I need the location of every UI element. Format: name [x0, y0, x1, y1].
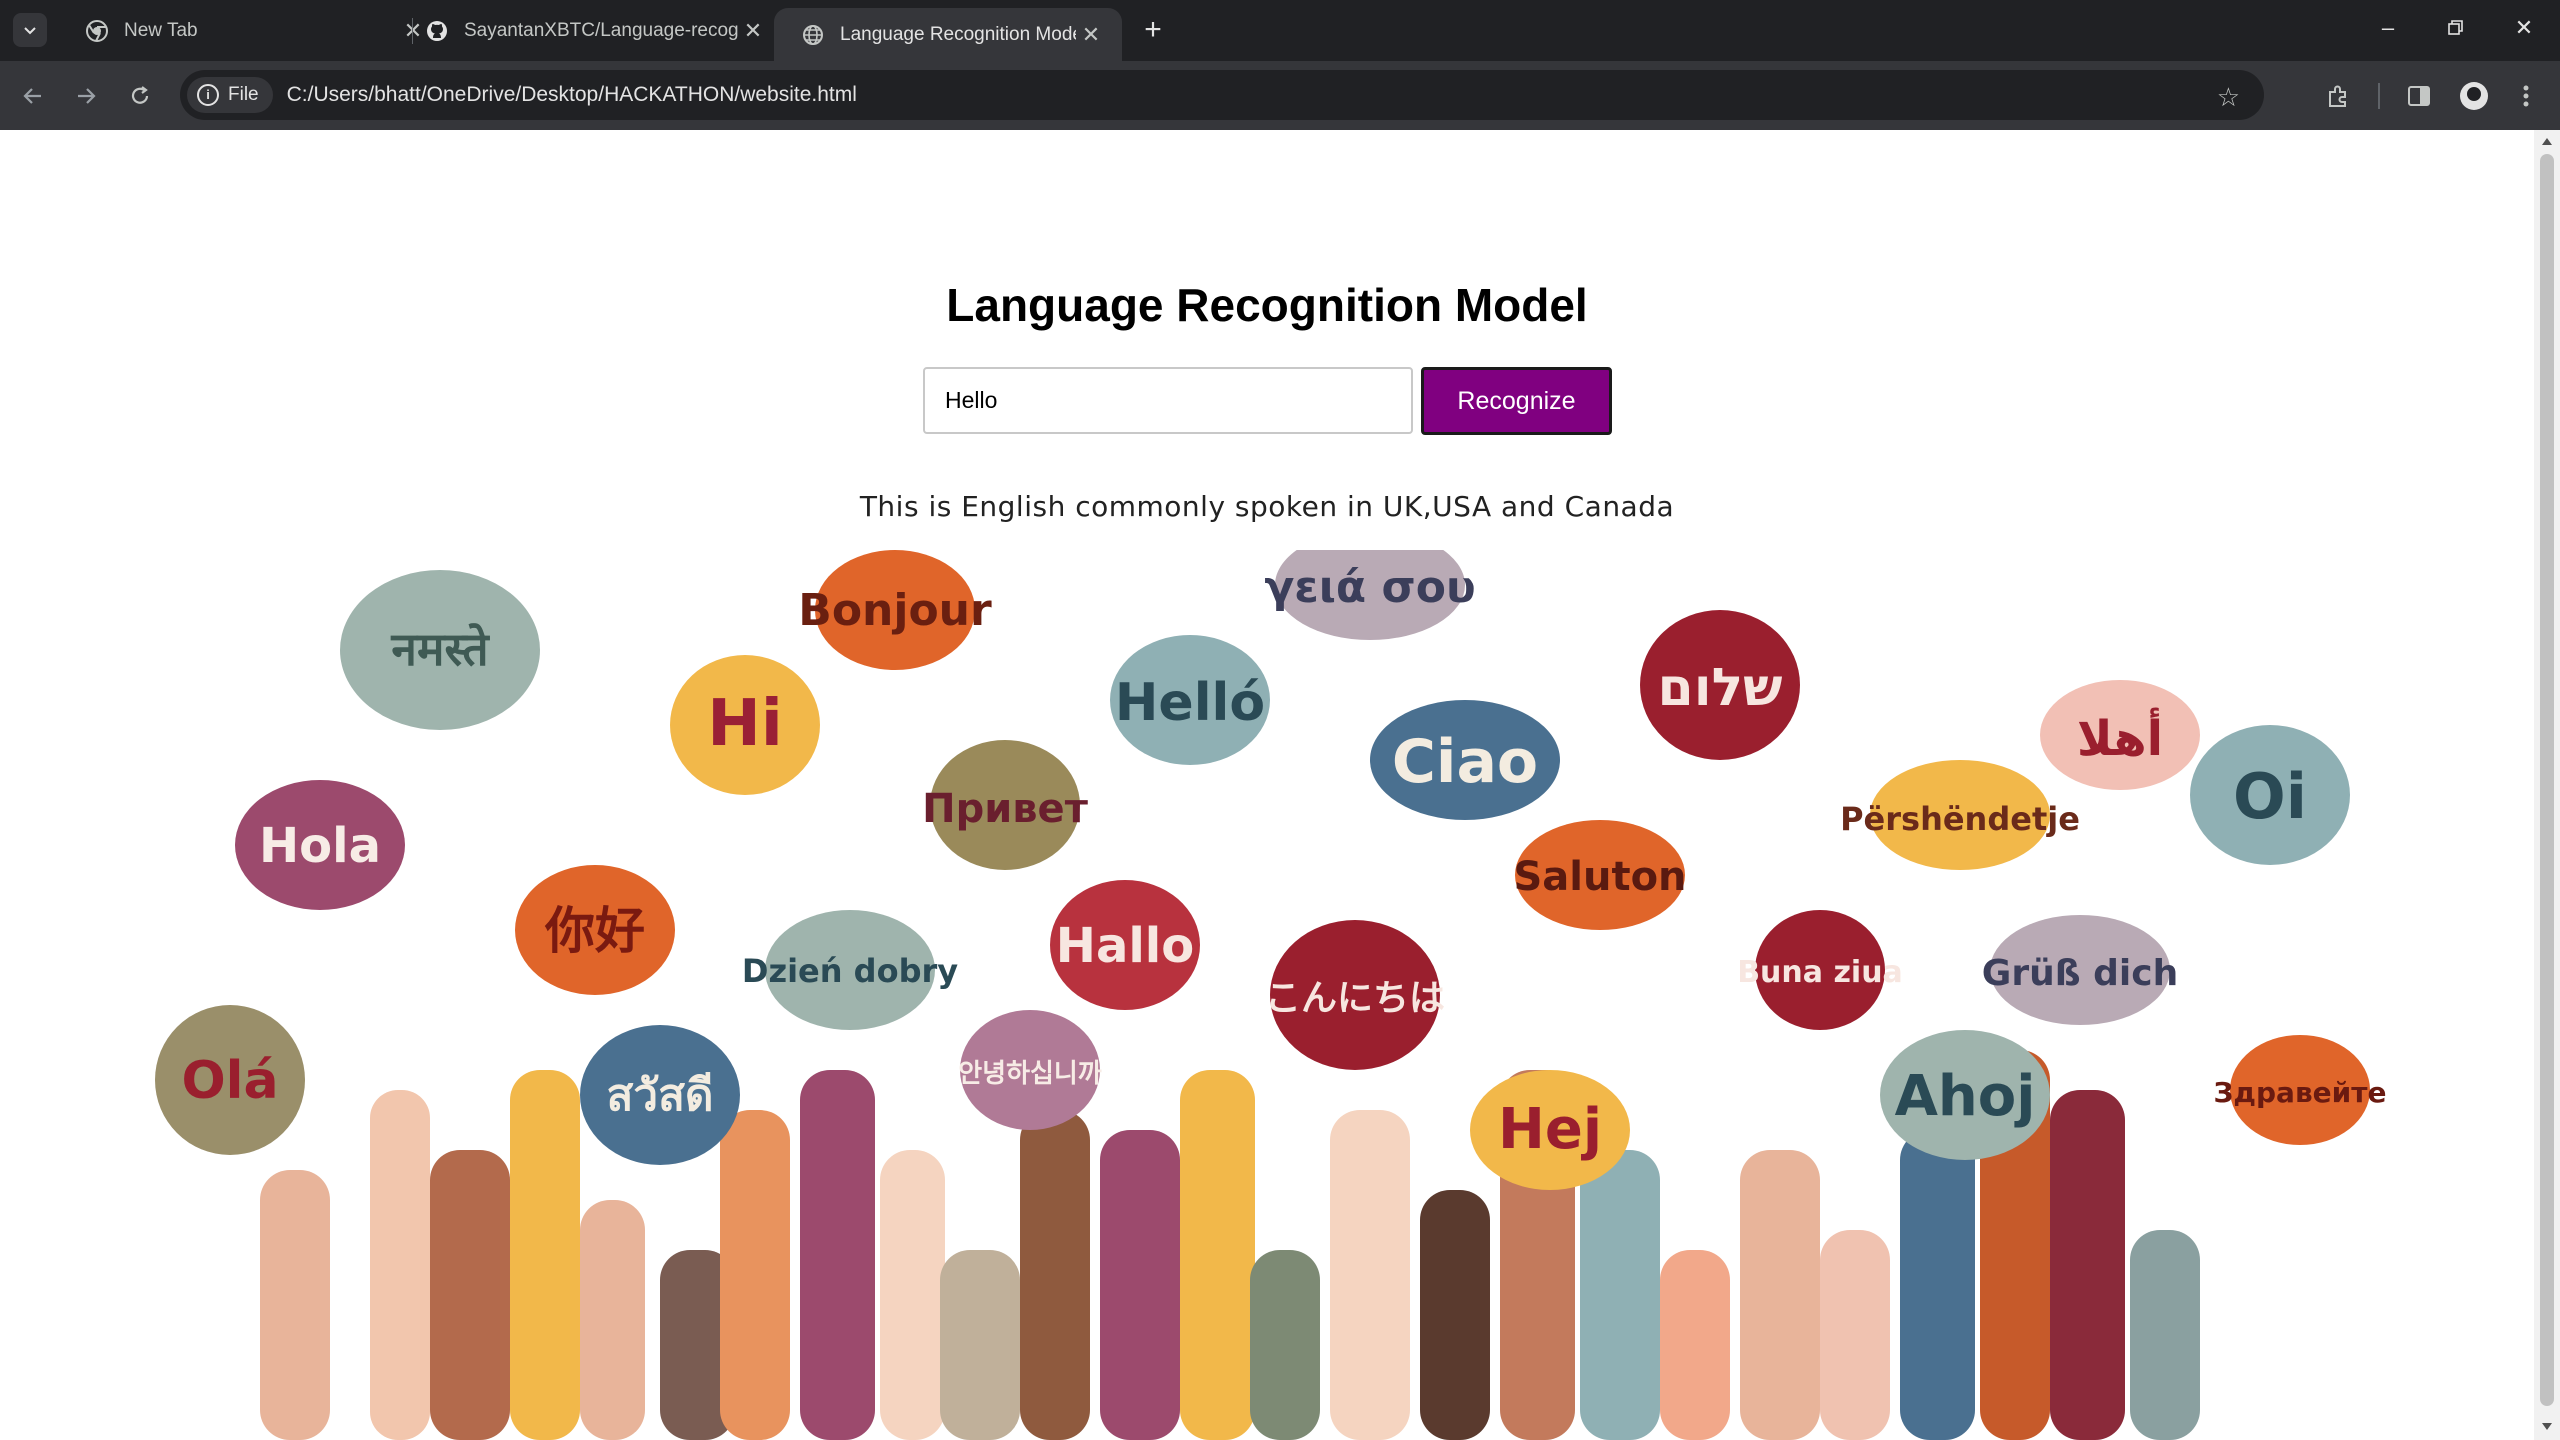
greeting-label: Grüß dich	[1982, 953, 2178, 994]
info-icon: i	[197, 84, 219, 106]
greeting-label: שלום	[1658, 658, 1783, 718]
greeting-label: Helló	[1115, 673, 1265, 733]
forward-arrow-icon[interactable]	[68, 78, 104, 114]
greeting-label: أهلا	[2077, 707, 2163, 767]
extensions-icon[interactable]	[2320, 78, 2356, 114]
greeting-label: Saluton	[1513, 854, 1686, 900]
greeting-label: Buna ziua	[1737, 955, 1903, 990]
greeting-label: Hallo	[1056, 918, 1194, 974]
close-tab-icon[interactable]: ✕	[1076, 22, 1106, 48]
greeting-label: Ahoj	[1895, 1064, 2036, 1129]
restore-icon[interactable]	[2426, 8, 2486, 48]
greeting-label: Ciao	[1392, 727, 1538, 797]
github-icon	[427, 21, 447, 41]
greeting-label: こんにちは	[1265, 978, 1445, 1019]
address-bar[interactable]: i File C:/Users/bhatt/OneDrive/Desktop/H…	[180, 70, 2264, 120]
greeting-label: नमस्ते	[390, 622, 490, 676]
greeting-label: Здравейте	[2214, 1076, 2387, 1109]
site-info-label: File	[228, 84, 259, 105]
browser-toolbar: i File C:/Users/bhatt/OneDrive/Desktop/H…	[0, 61, 2560, 130]
toolbar-divider	[2378, 83, 2380, 109]
recognize-button[interactable]: Recognize	[1421, 367, 1612, 435]
greeting-label: Dzień dobry	[742, 952, 958, 990]
greeting-label: Привет	[922, 786, 1089, 832]
scroll-up-arrow-icon[interactable]	[2542, 138, 2552, 145]
greeting-label: Hola	[259, 818, 381, 874]
greeting-label: γειά σου	[1264, 562, 1475, 613]
close-tab-icon[interactable]: ✕	[738, 18, 768, 44]
tab-language-recognition[interactable]: Language Recognition Model ✕	[774, 8, 1122, 61]
more-menu-icon[interactable]	[2508, 78, 2544, 114]
tab-title: Language Recognition Model	[840, 23, 1076, 45]
bookmark-star-icon[interactable]: ☆	[2217, 82, 2240, 113]
chrome-icon	[86, 20, 108, 42]
scrollbar-thumb[interactable]	[2540, 154, 2554, 1406]
minimize-icon[interactable]: –	[2358, 8, 2418, 48]
result-text: This is English commonly spoken in UK,US…	[859, 490, 1675, 523]
tab-title: SayantanXBTC/Language-recog	[464, 20, 738, 41]
greeting-label: Hej	[1498, 1097, 1602, 1162]
multilingual-greetings-illustration: नमस्ते Bonjour γειά σου Hi Helló Ciao של…	[155, 550, 2387, 1440]
tab-search-button[interactable]	[13, 13, 47, 47]
page-viewport: Language Recognition Model Recognize Thi…	[0, 130, 2534, 1440]
greeting-label: Përshëndetje	[1840, 800, 2080, 838]
greeting-label: 你好	[544, 902, 645, 960]
text-input[interactable]	[923, 367, 1413, 434]
site-info-chip[interactable]: i File	[187, 77, 273, 113]
greeting-label: สวัสดี	[607, 1070, 714, 1121]
greeting-label: Oi	[2233, 760, 2307, 833]
profile-avatar[interactable]	[2456, 78, 2492, 114]
greeting-bubbles: नमस्ते Bonjour γειά σου Hi Helló Ciao של…	[155, 550, 2387, 1190]
tab-title: New Tab	[124, 20, 198, 41]
tab-github[interactable]: SayantanXBTC/Language-recog ✕	[398, 8, 784, 54]
greeting-label: Olá	[181, 1051, 278, 1111]
greeting-label: Bonjour	[798, 585, 992, 636]
globe-icon	[803, 24, 823, 45]
chevron-down-icon	[24, 27, 36, 35]
new-tab-plus-icon[interactable]: +	[1136, 10, 1170, 50]
back-arrow-icon[interactable]	[15, 78, 51, 114]
greeting-label: 안녕하십니까	[958, 1059, 1102, 1089]
page-scrollbar[interactable]	[2534, 130, 2560, 1440]
page-title: Language Recognition Model	[946, 279, 1588, 331]
avatar-icon	[2460, 82, 2488, 110]
tab-new-tab[interactable]: New Tab ✕	[58, 8, 444, 54]
reload-icon[interactable]	[122, 78, 158, 114]
url-text[interactable]: C:/Users/bhatt/OneDrive/Desktop/HACKATHO…	[287, 83, 857, 107]
browser-tab-bar: New Tab ✕ SayantanXBTC/Language-recog ✕ …	[0, 0, 2560, 61]
scroll-down-arrow-icon[interactable]	[2542, 1423, 2552, 1430]
greeting-label: Hi	[707, 687, 783, 761]
side-panel-icon[interactable]	[2401, 78, 2437, 114]
close-window-icon[interactable]: ✕	[2494, 8, 2554, 48]
